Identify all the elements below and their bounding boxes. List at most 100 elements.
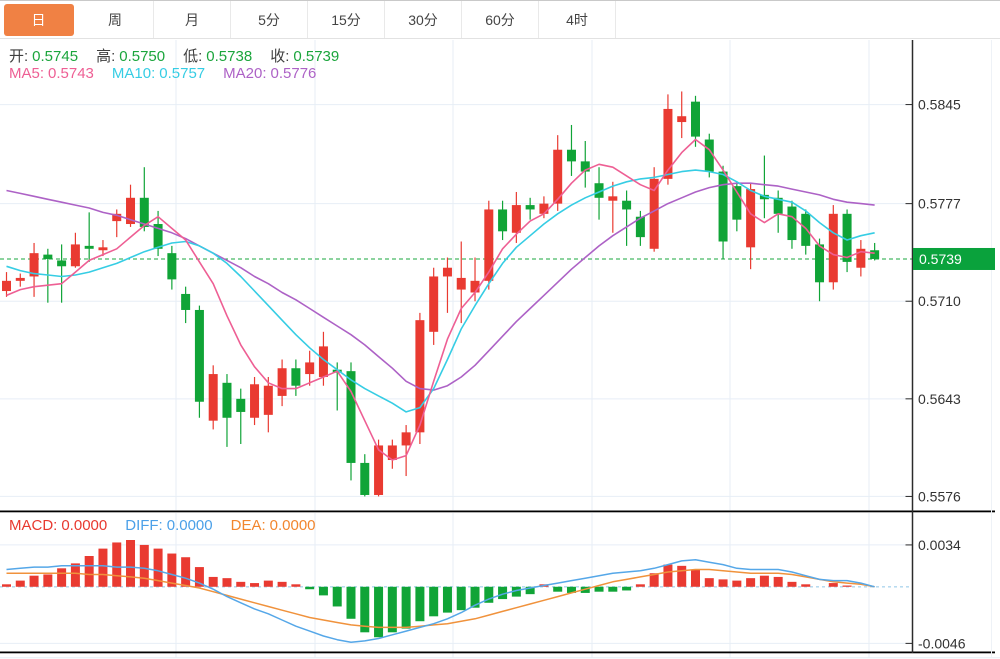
macd-hist-bar [16, 581, 25, 587]
candle-body [457, 278, 466, 290]
macd-hist-bar [291, 584, 300, 586]
macd-MACD: MACD:0.0000 [9, 517, 111, 534]
indicator-label: DEA: [231, 517, 266, 534]
indicator-label: 低: [183, 48, 202, 65]
macd-hist-bar [787, 582, 796, 587]
candle-body [539, 204, 548, 214]
ma-MA10: MA10:0.5757 [112, 65, 209, 82]
macd-hist-bar [553, 587, 562, 592]
candle-body [402, 432, 411, 445]
macd-hist-bar [705, 578, 714, 587]
ohlc-收: 收:0.5739 [270, 45, 343, 66]
candle-body [498, 209, 507, 231]
panel-divider [0, 652, 995, 654]
candle-body [526, 205, 535, 209]
indicator-label: 高: [96, 48, 115, 65]
macd-hist-bar [250, 583, 259, 587]
macd-DIFF: DIFF:0.0000 [125, 517, 216, 534]
indicator-value: 0.5750 [119, 48, 165, 65]
macd-hist-bar [30, 576, 39, 587]
macd-hist-bar [2, 584, 11, 586]
candle-body [815, 244, 824, 282]
indicator-label: MA5: [9, 65, 44, 82]
macd-hist-bar [829, 583, 838, 587]
kline-chart-canvas: 0.58450.57770.57100.56430.55760.0034-0.0… [0, 0, 1000, 659]
candle-body [98, 247, 107, 250]
candle-body [278, 368, 287, 396]
ma-line-ma10 [7, 170, 875, 412]
candle-body [801, 214, 810, 246]
ohlc-高: 高:0.5750 [96, 45, 169, 66]
macd-hist-bar [677, 566, 686, 587]
candle-body [719, 172, 728, 242]
candle-body [691, 102, 700, 137]
ma-MA20: MA20:0.5776 [223, 65, 320, 82]
macd-hist-bar [209, 577, 218, 587]
macd-hist-bar [71, 563, 80, 586]
candle-body [677, 116, 686, 122]
candle-body [870, 250, 879, 259]
candle-body [195, 310, 204, 402]
macd-hist-bar [402, 587, 411, 629]
macd-hist-bar [801, 584, 810, 586]
macd-hist-bar [305, 587, 314, 589]
indicator-value: 0.5739 [293, 48, 339, 65]
candle-body [567, 150, 576, 162]
indicator-value: 0.0000 [270, 517, 316, 534]
candle-body [443, 268, 452, 277]
macd-hist-bar [43, 574, 52, 586]
candle-body [512, 205, 521, 233]
candle-body [746, 189, 755, 247]
panel-divider [0, 511, 995, 513]
price-axis-label: 0.5845 [918, 97, 961, 113]
macd-hist-bar [415, 587, 424, 621]
indicator-value: 0.5738 [206, 48, 252, 65]
macd-hist-bar [98, 549, 107, 587]
candle-body [222, 383, 231, 418]
candle-body [209, 374, 218, 421]
ma-line-ma5 [7, 140, 875, 461]
ma-MA5: MA5:0.5743 [9, 65, 98, 82]
candle-body [181, 294, 190, 310]
candle-body [264, 386, 273, 415]
candle-body [663, 109, 672, 179]
macd-hist-bar [140, 545, 149, 587]
macd-hist-bar [347, 587, 356, 619]
indicator-value: 0.5776 [271, 65, 317, 82]
candle-body [787, 207, 796, 241]
macd-axis-label: -0.0046 [918, 635, 966, 651]
macd-hist-bar [333, 587, 342, 607]
indicator-value: 0.5743 [48, 65, 94, 82]
candle-body [608, 196, 617, 200]
indicator-label: 开: [9, 48, 28, 65]
ohlc-低: 低:0.5738 [183, 45, 256, 66]
price-axis-label: 0.5777 [918, 196, 961, 212]
candle-body [291, 368, 300, 385]
candle-body [347, 371, 356, 463]
indicator-value: 0.5745 [32, 48, 78, 65]
current-price-badge-text: 0.5739 [919, 251, 962, 267]
macd-hist-bar [608, 587, 617, 592]
macd-legend: MACD:0.0000DIFF:0.0000DEA:0.0000 [9, 517, 334, 534]
ohlc-legend: 开:0.5745 高:0.5750 低:0.5738 收:0.5739 [9, 45, 357, 66]
price-axis-label: 0.5643 [918, 391, 961, 407]
macd-hist-bar [443, 587, 452, 613]
macd-hist-bar [595, 587, 604, 592]
macd-hist-bar [622, 587, 631, 591]
ohlc-开: 开:0.5745 [9, 45, 82, 66]
macd-hist-bar [278, 582, 287, 587]
macd-hist-bar [760, 576, 769, 587]
macd-hist-bar [112, 542, 121, 586]
macd-axis-label: 0.0034 [918, 537, 961, 553]
macd-hist-bar [774, 577, 783, 587]
macd-hist-bar [429, 587, 438, 617]
macd-hist-bar [126, 540, 135, 587]
indicator-value: 0.0000 [167, 517, 213, 534]
dea-line [7, 570, 875, 628]
macd-hist-bar [236, 582, 245, 587]
candle-body [360, 463, 369, 495]
candle-body [71, 244, 80, 266]
macd-hist-bar [636, 584, 645, 586]
candle-body [167, 253, 176, 279]
macd-hist-bar [388, 587, 397, 633]
